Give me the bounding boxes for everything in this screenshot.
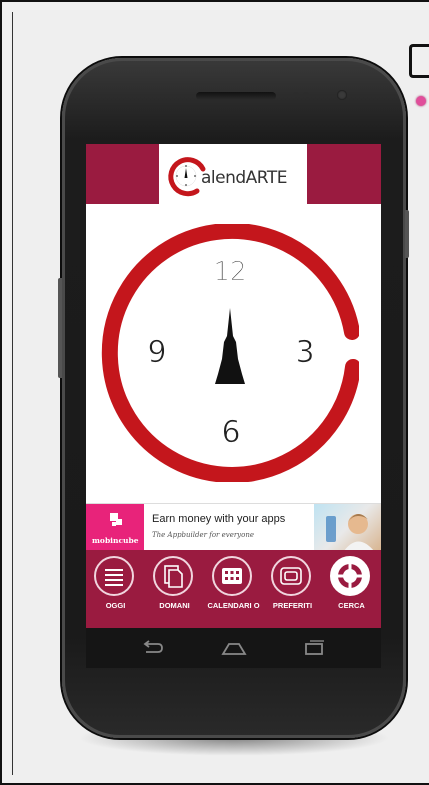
ad-brand-logo: mobincube — [86, 504, 144, 551]
crosshair-icon — [330, 556, 370, 596]
ad-person-image — [326, 514, 374, 551]
speaker-grille — [196, 92, 276, 100]
clock-number-6: 6 — [221, 415, 240, 450]
ad-banner[interactable]: mobincube Earn money with your apps The … — [86, 503, 381, 551]
tab-oggi[interactable]: OGGI — [86, 550, 145, 628]
bottom-tab-bar: OGGI DOMANI CALENDARI O PREFERITI CERCA — [86, 550, 381, 628]
tab-label: DOMANI — [159, 601, 190, 610]
home-icon[interactable] — [220, 638, 248, 658]
tab-preferiti[interactable]: PREFERITI — [263, 550, 322, 628]
tab-label: CERCA — [338, 601, 365, 610]
card-icon — [271, 556, 311, 596]
grid-icon — [212, 556, 252, 596]
volume-button — [58, 278, 62, 378]
app-title: alendARTE — [201, 168, 288, 188]
tab-label: OGGI — [105, 601, 126, 610]
clock-face: 12 3 6 9 — [101, 224, 359, 482]
tab-label: PREFERITI — [272, 601, 313, 610]
frame-divider — [12, 12, 13, 775]
tab-calendario[interactable]: CALENDARI O — [204, 550, 263, 628]
device-icon[interactable] — [409, 44, 429, 78]
app-header: alendARTE — [86, 144, 381, 204]
back-icon[interactable] — [140, 638, 164, 658]
android-nav-bar — [86, 628, 381, 668]
mobincube-icon — [110, 513, 122, 526]
ad-photo — [314, 504, 381, 551]
documents-icon — [153, 556, 193, 596]
clock-hand — [215, 308, 245, 384]
clock-number-12: 12 — [213, 257, 246, 287]
ad-brand-name: mobincube — [92, 536, 139, 545]
tab-cerca[interactable]: CERCA — [322, 550, 381, 628]
tab-label: CALENDARI O — [207, 601, 260, 610]
clock-number-9: 9 — [147, 335, 166, 370]
recent-apps-icon[interactable] — [302, 638, 326, 658]
clock-number-3: 3 — [295, 335, 314, 370]
phone-screen: alendARTE 12 3 6 9 mobincube Earn money … — [86, 144, 381, 668]
sensor-dot — [303, 92, 309, 98]
tab-domani[interactable]: DOMANI — [145, 550, 204, 628]
list-icon — [94, 556, 134, 596]
ad-title: Earn money with your apps — [152, 513, 286, 525]
power-button — [405, 210, 409, 258]
front-camera — [337, 90, 347, 100]
ad-subtitle: The Appbuilder for everyone — [152, 531, 255, 539]
indicator-dot — [416, 96, 426, 106]
app-logo: alendARTE — [159, 144, 307, 204]
sensor-dot — [293, 92, 299, 98]
